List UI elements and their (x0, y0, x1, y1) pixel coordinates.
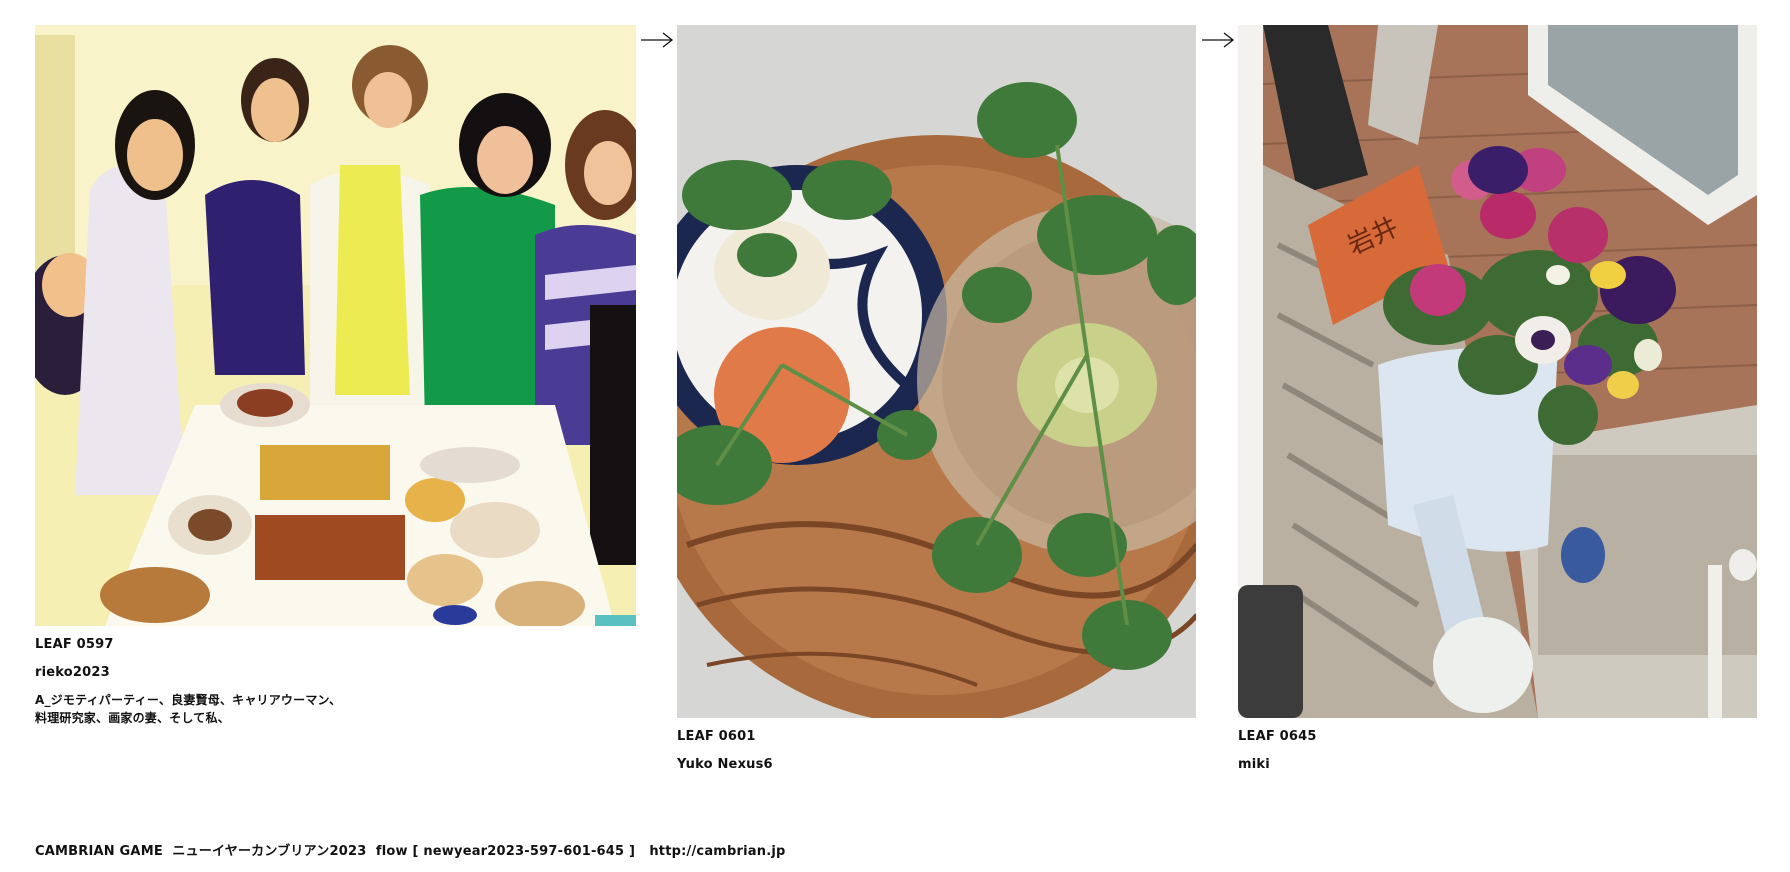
leaf-card-0601: LEAF 0601 Yuko Nexus6 (677, 25, 1196, 773)
turnip-tray-image (677, 25, 1196, 718)
leaf-author[interactable]: rieko2023 (35, 665, 636, 681)
leaf-id[interactable]: LEAF 0645 (1238, 729, 1757, 745)
right-arrow-icon (1202, 32, 1235, 48)
leaf-author[interactable]: Yuko Nexus6 (677, 757, 1196, 773)
leaf-description: A_ジモティパーティー、良妻賢母、キャリアウーマン、 料理研究家、画家の妻、そし… (35, 693, 342, 725)
flow-footer-text: CAMBRIAN GAME ニューイヤーカンブリアン2023 flow [ ne… (35, 844, 636, 859)
cambrian-site-link[interactable]: http://cambrian.jp (649, 844, 785, 859)
leaf-image-0597[interactable] (35, 25, 636, 626)
leaf-image-0645[interactable]: 岩井 (1238, 25, 1757, 718)
leaf-id[interactable]: LEAF 0597 (35, 637, 636, 653)
leaf-image-0601[interactable] (677, 25, 1196, 718)
right-arrow-icon (641, 32, 674, 48)
leaf-card-0597: LEAF 0597 rieko2023 A_ジモティパーティー、良妻賢母、キャリ… (35, 25, 636, 727)
party-painting-image (35, 25, 636, 626)
leaf-id[interactable]: LEAF 0601 (677, 729, 1196, 745)
pansy-watering-can-image: 岩井 (1238, 25, 1757, 718)
leaf-card-0645: 岩井 LEAF 0645 miki (1238, 25, 1757, 773)
leaf-author[interactable]: miki (1238, 757, 1757, 773)
flow-footer: CAMBRIAN GAME ニューイヤーカンブリアン2023 flow [ ne… (35, 840, 786, 859)
